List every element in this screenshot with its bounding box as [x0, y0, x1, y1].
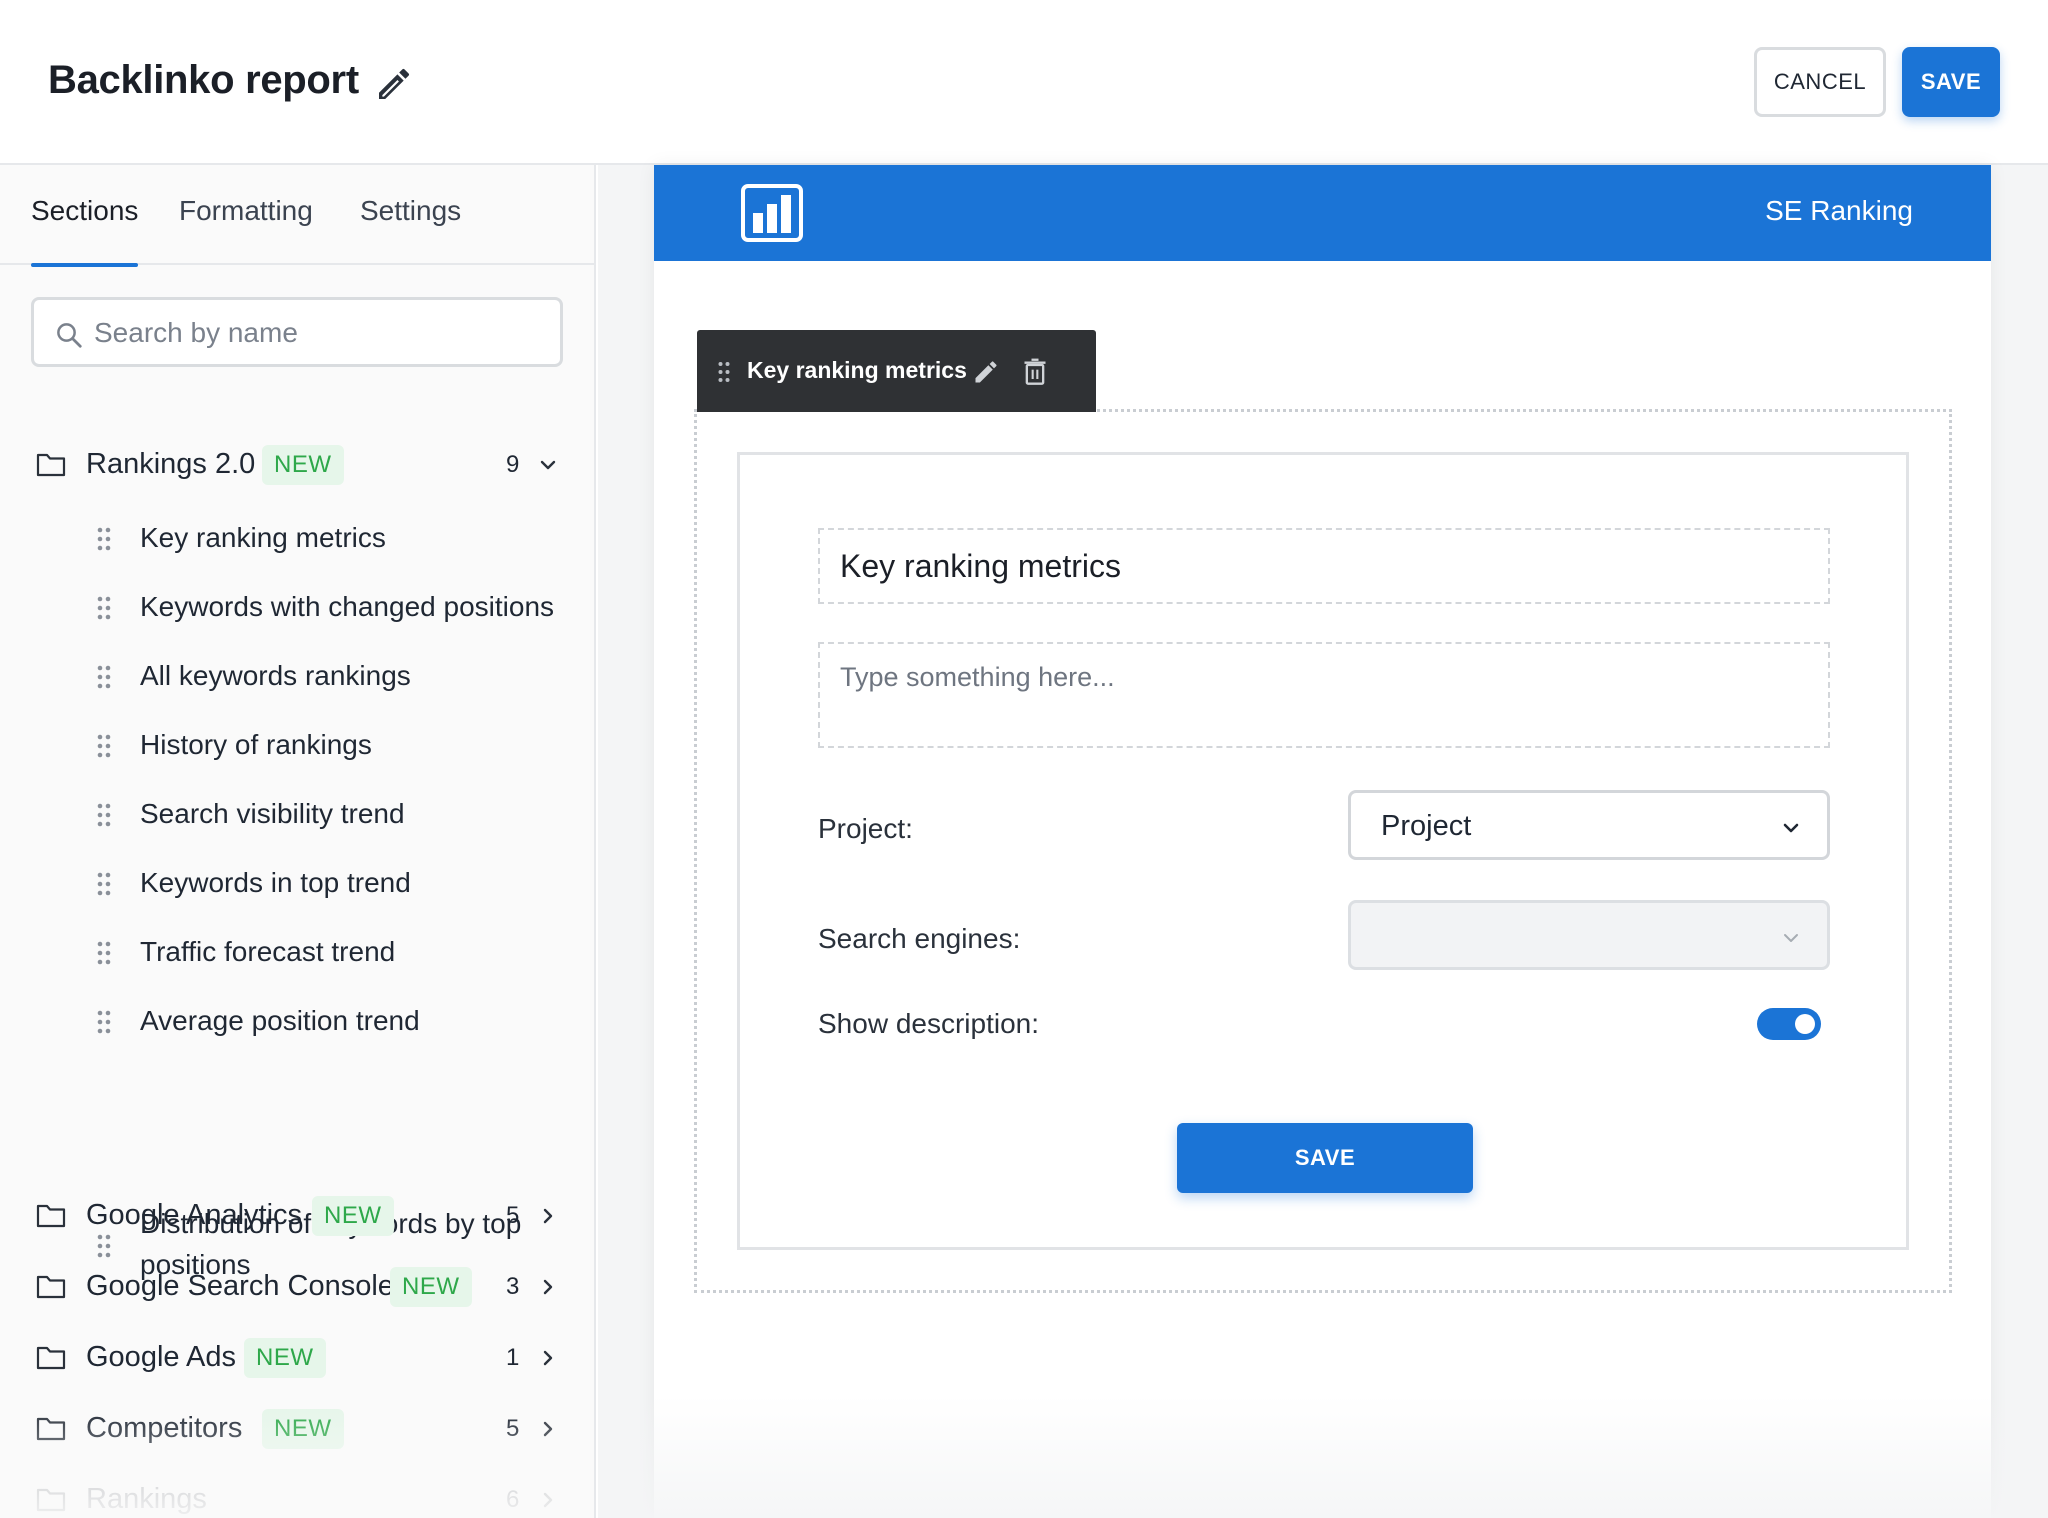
sidebar-tabs: Sections Formatting Settings: [0, 165, 594, 267]
brand-name: SE Ranking: [1765, 195, 1913, 226]
pencil-icon[interactable]: [374, 64, 414, 104]
new-badge: NEW: [244, 1338, 326, 1378]
sidebar-item-traffic-forecast-trend[interactable]: Traffic forecast trend: [0, 923, 594, 983]
group-count: 3: [506, 1273, 520, 1300]
cancel-button[interactable]: CANCEL: [1754, 47, 1886, 117]
folder-icon: [36, 453, 66, 477]
sidebar-item-history-of-rankings[interactable]: History of rankings: [0, 716, 594, 776]
section-toolbar: Key ranking metrics: [697, 330, 1096, 412]
new-badge: NEW: [390, 1267, 472, 1307]
drag-handle-icon[interactable]: [96, 733, 112, 759]
search-engines-label: Search engines:: [818, 923, 1021, 954]
sidebar-item-average-position-trend[interactable]: Average position trend: [0, 992, 594, 1052]
group-count: 5: [506, 1202, 520, 1229]
drag-handle-icon[interactable]: [96, 664, 112, 690]
chevron-right-icon: [543, 1279, 553, 1295]
tab-sections[interactable]: Sections: [31, 195, 139, 267]
sidebar-item-label: All keywords rankings: [140, 660, 411, 691]
sidebar-group-rankings[interactable]: Rankings 6: [0, 1470, 594, 1518]
sidebar-item-all-keywords-rankings[interactable]: All keywords rankings: [0, 647, 594, 707]
group-label: Google Search Console: [86, 1270, 394, 1302]
top-header: Backlinko report CANCEL SAVE: [0, 0, 2048, 165]
toggle-knob: [1795, 1014, 1815, 1034]
tab-formatting[interactable]: Formatting: [179, 195, 313, 265]
toolbar-section-name: Key ranking metrics: [747, 357, 967, 383]
sidebar-group-google-search-console[interactable]: Google Search Console NEW 3: [0, 1257, 594, 1317]
sidebar-group-google-ads[interactable]: Google Ads NEW 1: [0, 1328, 594, 1388]
report-canvas: SE Ranking Key ranking metrics Key ranki…: [598, 165, 2048, 1518]
drag-handle-icon[interactable]: [96, 1009, 112, 1035]
sidebar-item-label: Search visibility trend: [140, 798, 405, 829]
drag-handle-icon[interactable]: [96, 526, 112, 552]
drag-handle-icon[interactable]: [96, 940, 112, 966]
project-select[interactable]: Project: [1348, 790, 1830, 860]
sidebar-item-keywords-in-top-trend[interactable]: Keywords in top trend: [0, 854, 594, 914]
folder-icon: [36, 1417, 66, 1441]
chevron-right-icon: [543, 1492, 553, 1508]
show-description-toggle[interactable]: [1757, 1008, 1821, 1040]
group-count: 6: [506, 1486, 520, 1513]
group-count: 9: [506, 451, 520, 478]
section-save-button[interactable]: SAVE: [1177, 1123, 1473, 1193]
sidebar: Sections Formatting Settings Rankings 2.…: [0, 165, 596, 1518]
search-icon: [57, 323, 82, 348]
section-title-input[interactable]: [818, 528, 1830, 604]
group-label: Rankings 2.0: [86, 448, 256, 480]
sidebar-group-rankings-2[interactable]: Rankings 2.0 NEW 9: [0, 435, 594, 495]
save-button[interactable]: SAVE: [1902, 47, 2000, 117]
new-badge: NEW: [262, 1409, 344, 1449]
section-card: Project: Project Search engines: Show de…: [737, 452, 1909, 1250]
sidebar-item-label: Traffic forecast trend: [140, 936, 396, 967]
group-count: 5: [506, 1415, 520, 1442]
chevron-down-icon: [540, 460, 556, 470]
sidebar-item-label: Keywords with changed positions: [140, 591, 555, 622]
project-select-value: Project: [1381, 810, 1472, 842]
chevron-right-icon: [543, 1350, 553, 1366]
chevron-down-icon: [1784, 934, 1798, 942]
trash-icon[interactable]: [1023, 358, 1047, 386]
chevron-right-icon: [543, 1208, 553, 1224]
sidebar-item-label: Key ranking metrics: [140, 522, 386, 553]
drag-handle-icon[interactable]: [717, 361, 731, 383]
sidebar-item-search-visibility-trend[interactable]: Search visibility trend: [0, 785, 594, 845]
chevron-right-icon: [543, 1421, 553, 1437]
drag-handle-icon[interactable]: [96, 595, 112, 621]
sidebar-item-label: Average position trend: [140, 1005, 420, 1036]
new-badge: NEW: [262, 445, 344, 485]
show-description-label: Show description:: [818, 1008, 1040, 1039]
sidebar-item-label: Keywords in top trend: [140, 867, 411, 898]
search-box: [31, 297, 563, 367]
sidebar-item-label: History of rankings: [140, 729, 372, 760]
group-label: Rankings: [86, 1483, 207, 1515]
search-input[interactable]: [94, 308, 544, 358]
new-badge: NEW: [312, 1196, 394, 1236]
group-label: Google Analytics: [86, 1199, 303, 1231]
sidebar-item-key-ranking-metrics[interactable]: Key ranking metrics: [0, 509, 594, 569]
report-title: Backlinko report: [48, 58, 359, 102]
sidebar-group-google-analytics[interactable]: Google Analytics NEW 5: [0, 1186, 594, 1246]
group-count: 1: [506, 1344, 520, 1371]
bar-chart-logo-icon: [741, 184, 803, 242]
project-label: Project:: [818, 813, 913, 844]
brand-bar: SE Ranking: [654, 165, 1991, 261]
chevron-down-icon: [1783, 823, 1799, 833]
tab-settings[interactable]: Settings: [360, 195, 461, 265]
sidebar-item-keywords-changed-positions[interactable]: Keywords with changed positions: [0, 578, 594, 638]
sidebar-group-competitors[interactable]: Competitors NEW 5: [0, 1399, 594, 1459]
drag-handle-icon[interactable]: [96, 871, 112, 897]
folder-icon: [36, 1488, 66, 1512]
folder-icon: [36, 1204, 66, 1228]
report-page: SE Ranking Key ranking metrics Key ranki…: [654, 165, 1991, 1518]
drag-handle-icon[interactable]: [96, 802, 112, 828]
group-label: Competitors: [86, 1412, 243, 1444]
group-label: Google Ads: [86, 1341, 236, 1373]
pencil-icon[interactable]: [972, 358, 1000, 386]
search-engines-select[interactable]: [1348, 900, 1830, 970]
section-description-input[interactable]: [818, 642, 1830, 748]
folder-icon: [36, 1275, 66, 1299]
folder-icon: [36, 1346, 66, 1370]
